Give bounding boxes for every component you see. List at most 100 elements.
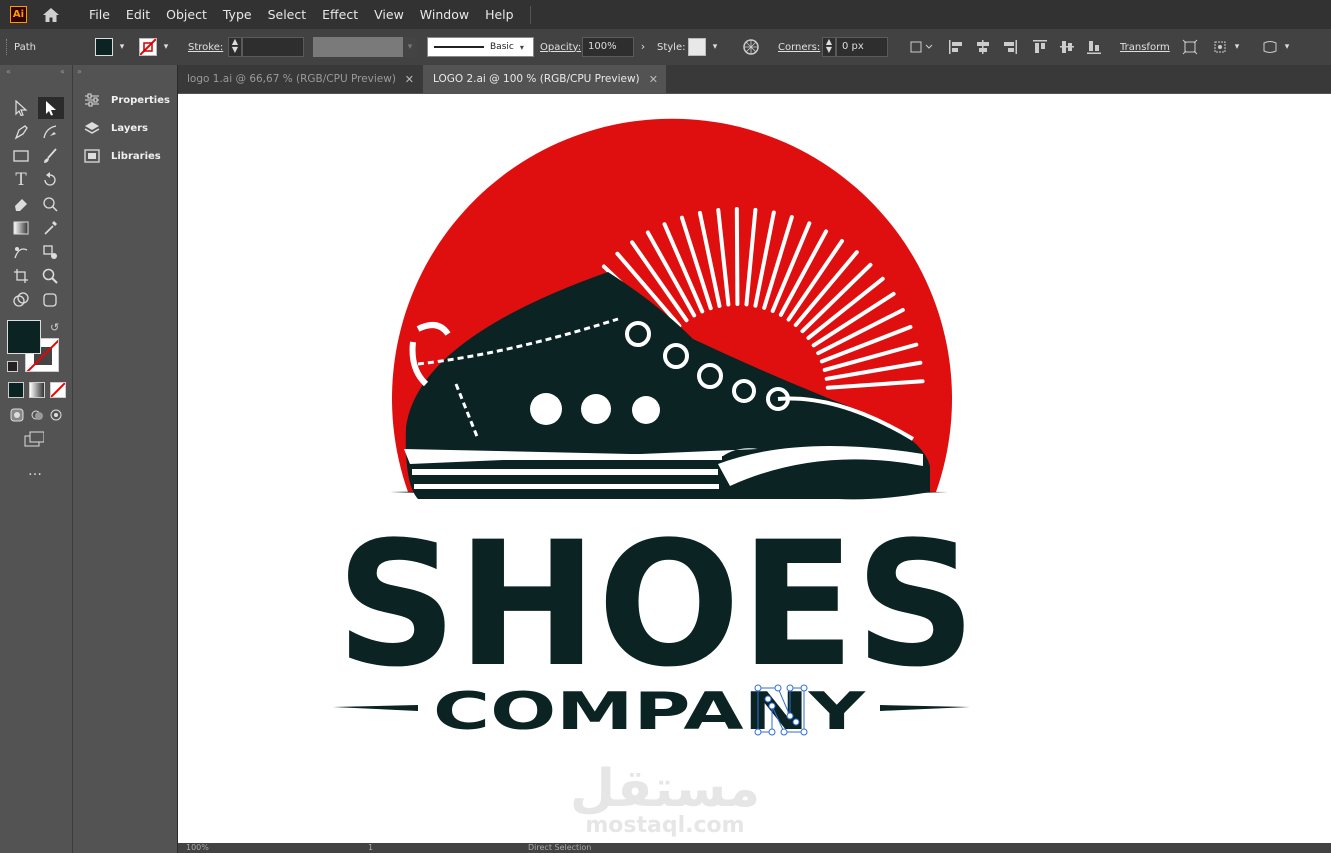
envelope-distort-icon[interactable]: ▾ — [1262, 29, 1292, 65]
anchor-point[interactable] — [768, 702, 776, 710]
chevron-down-icon[interactable]: ▾ — [1232, 42, 1242, 52]
collapse-icon[interactable]: « — [60, 67, 65, 76]
opacity-label[interactable]: Opacity: — [540, 42, 581, 53]
stroke-color-swatch[interactable] — [139, 38, 157, 56]
warp-tool-icon[interactable] — [40, 194, 60, 214]
graphic-style-swatch[interactable] — [688, 38, 706, 56]
close-icon[interactable]: ✕ — [649, 73, 658, 86]
swap-colors-icon[interactable]: ↺ — [50, 321, 59, 334]
anchor-point[interactable] — [774, 684, 782, 692]
brush-definition[interactable]: Basic ▾ — [427, 37, 534, 57]
puppet-warp-icon[interactable]: ▾ — [1212, 29, 1242, 65]
expand-icon[interactable]: » — [77, 67, 82, 76]
chevron-right-icon[interactable]: › — [638, 41, 648, 52]
menu-select[interactable]: Select — [260, 7, 315, 22]
transform-link[interactable]: Transform — [1120, 42, 1170, 53]
menu-file[interactable]: File — [81, 7, 118, 22]
anchor-point[interactable] — [800, 684, 808, 692]
menu-window[interactable]: Window — [412, 7, 477, 22]
symbol-sprayer-tool-icon[interactable] — [40, 242, 60, 262]
close-icon[interactable]: ✕ — [405, 73, 414, 86]
chevron-down-icon[interactable]: ▾ — [403, 37, 417, 57]
paintbrush-tool-icon[interactable] — [40, 146, 60, 166]
anchor-point[interactable] — [800, 728, 808, 736]
variable-width-profile[interactable] — [313, 37, 403, 57]
opacity-field[interactable]: 100% — [582, 37, 634, 57]
rotate-tool-icon[interactable] — [40, 170, 60, 190]
menu-effect[interactable]: Effect — [314, 7, 366, 22]
page-number[interactable]: 1 — [368, 843, 373, 852]
artboard-canvas[interactable]: SHOES COMPANY مستقل mostaql.com — [178, 94, 1331, 843]
stroke-weight-field[interactable] — [242, 37, 304, 57]
type-tool-icon[interactable]: T — [11, 170, 31, 190]
brush-name: Basic — [490, 42, 514, 52]
menu-type[interactable]: Type — [215, 7, 260, 22]
draw-behind-icon[interactable] — [27, 405, 47, 425]
align-middle-icon[interactable] — [1059, 29, 1075, 65]
eyedropper-tool-icon[interactable] — [40, 218, 60, 238]
color-mode-icon[interactable] — [8, 382, 24, 398]
anchor-point[interactable] — [754, 684, 762, 692]
tab-logo-1[interactable]: logo 1.ai @ 66,67 % (RGB/CPU Preview) ✕ — [178, 65, 422, 93]
menu-view[interactable]: View — [366, 7, 412, 22]
menu-help[interactable]: Help — [477, 7, 522, 22]
curvature-tool-icon[interactable] — [40, 122, 60, 142]
isolate-object-icon[interactable] — [1182, 29, 1198, 65]
corners-stepper[interactable]: ▲ ▼ — [822, 37, 836, 57]
recolor-artwork-icon[interactable] — [742, 29, 760, 65]
chevron-down-icon[interactable]: ▾ — [161, 42, 171, 52]
rectangle-tool-icon[interactable] — [11, 146, 31, 166]
eraser-tool-icon[interactable] — [11, 194, 31, 214]
collapse-icon[interactable]: « — [6, 67, 11, 76]
zoom-level[interactable]: 100% — [186, 843, 209, 852]
menu-object[interactable]: Object — [158, 7, 215, 22]
chevron-down-icon[interactable]: ▾ — [1282, 42, 1292, 52]
fill-color-front[interactable] — [7, 320, 41, 354]
gradient-tool-icon[interactable] — [11, 218, 31, 238]
align-bottom-icon[interactable] — [1086, 29, 1102, 65]
chevron-down-icon[interactable]: ▾ — [520, 43, 524, 52]
home-icon[interactable] — [41, 6, 61, 24]
anchor-point[interactable] — [786, 684, 794, 692]
fill-color-swatch[interactable] — [95, 38, 113, 56]
more-tools-icon[interactable]: … — [25, 461, 45, 481]
draw-inside-icon[interactable] — [46, 405, 66, 425]
align-top-icon[interactable] — [1032, 29, 1048, 65]
tab-logo-2[interactable]: LOGO 2.ai @ 100 % (RGB/CPU Preview) ✕ — [423, 65, 666, 93]
anchor-point[interactable] — [780, 728, 788, 736]
headline-shoes[interactable]: SHOES — [336, 504, 976, 705]
artboard-tool-icon[interactable] — [11, 266, 31, 286]
draw-normal-icon[interactable] — [7, 405, 27, 425]
corners-field[interactable]: 0 px — [836, 37, 888, 57]
anchor-point[interactable] — [764, 695, 772, 703]
stroke-stepper[interactable]: ▲ ▼ — [228, 37, 242, 57]
anchor-point[interactable] — [792, 718, 800, 726]
collapsed-panels: » Properties Layers Libraries — [73, 65, 178, 853]
anchor-point[interactable] — [768, 728, 776, 736]
panel-properties[interactable]: Properties — [83, 92, 170, 108]
anchor-point[interactable] — [754, 728, 762, 736]
none-mode-icon[interactable] — [50, 382, 66, 398]
corners-label[interactable]: Corners: — [778, 42, 820, 53]
rounded-shape-icon[interactable] — [40, 290, 60, 310]
direct-selection-tool-icon[interactable] — [38, 97, 64, 119]
screen-mode-icon[interactable] — [24, 429, 44, 449]
align-to-selection-icon[interactable] — [909, 29, 933, 65]
selection-tool-icon[interactable] — [11, 98, 31, 118]
menu-edit[interactable]: Edit — [118, 7, 158, 22]
panel-libraries[interactable]: Libraries — [83, 148, 161, 164]
align-right-icon[interactable] — [1002, 29, 1018, 65]
gradient-mode-icon[interactable] — [29, 382, 45, 398]
panel-layers[interactable]: Layers — [83, 120, 148, 136]
stroke-label[interactable]: Stroke: — [188, 42, 223, 53]
default-colors-icon[interactable] — [7, 361, 18, 372]
pen-tool-icon[interactable] — [11, 122, 31, 142]
chevron-down-icon[interactable]: ▾ — [117, 42, 127, 52]
zoom-tool-icon[interactable] — [40, 266, 60, 286]
align-center-icon[interactable] — [975, 29, 991, 65]
chevron-down-icon[interactable]: ▾ — [710, 42, 720, 52]
anchor-point[interactable] — [786, 712, 794, 720]
shape-builder-tool-icon[interactable] — [11, 290, 31, 310]
align-left-icon[interactable] — [948, 29, 964, 65]
blend-tool-icon[interactable] — [11, 242, 31, 262]
